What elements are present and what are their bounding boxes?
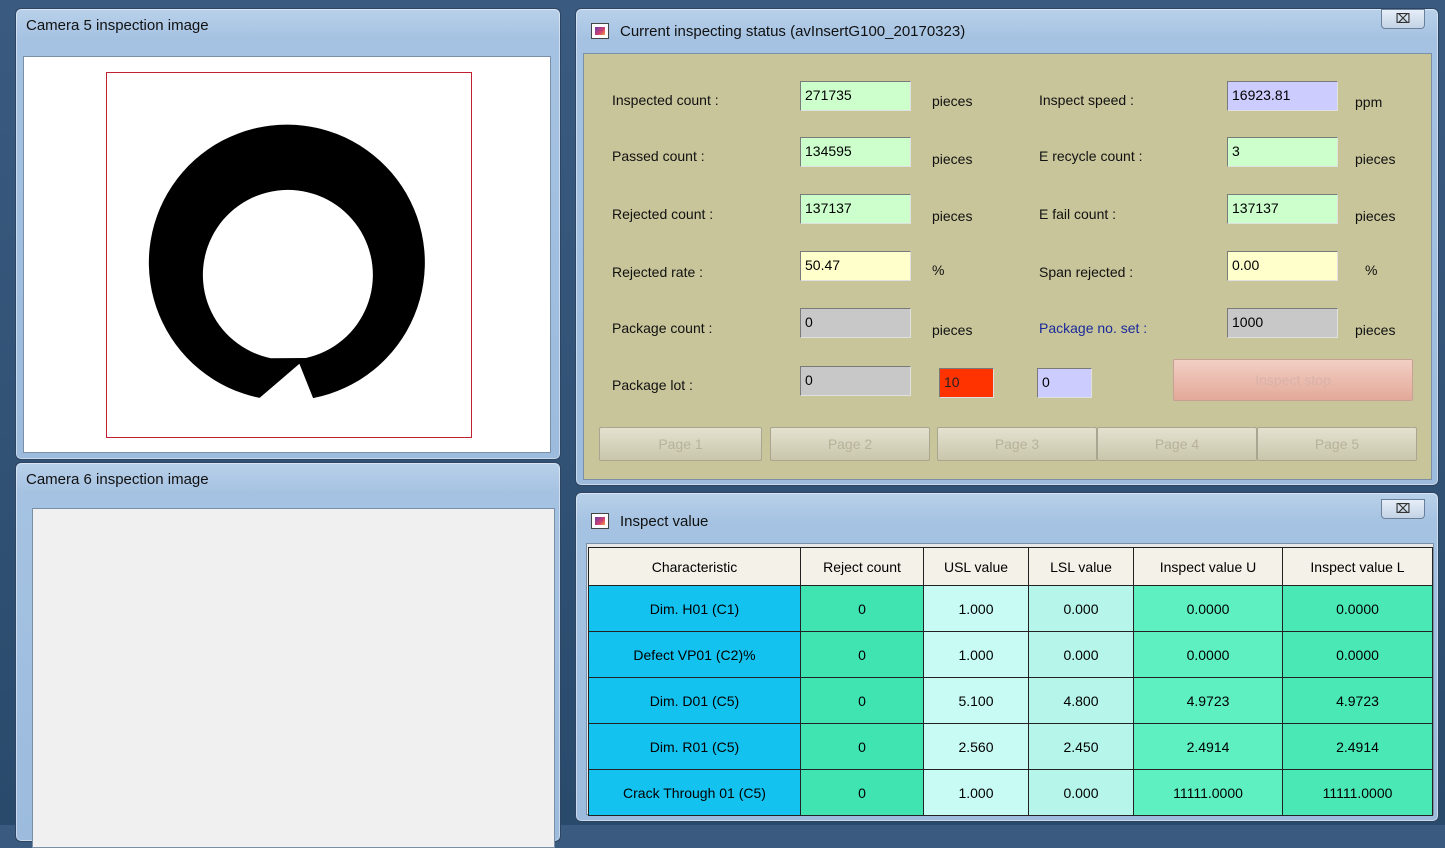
cell-characteristic: Dim. D01 (C5) — [588, 677, 801, 724]
camera5-title: Camera 5 inspection image — [26, 17, 209, 34]
rejected-rate-field: 50.47 — [800, 251, 911, 281]
table-row[interactable]: Crack Through 01 (C5) 0 1.000 0.000 1111… — [588, 769, 1433, 816]
e-fail-count-field: 137137 — [1227, 194, 1338, 224]
col-header-characteristic[interactable]: Characteristic — [588, 547, 801, 586]
inspect-value-title: Inspect value — [620, 513, 709, 530]
inspect-stop-button[interactable]: Inspect stop — [1173, 359, 1413, 401]
package-lot-alarm-field: 10 — [939, 368, 994, 398]
package-no-set-field[interactable]: 1000 — [1227, 308, 1338, 338]
passed-count-unit: pieces — [932, 151, 973, 167]
status-window-title: Current inspecting status (avInsertG100_… — [620, 23, 966, 40]
inspect-speed-label: Inspect speed : — [1039, 92, 1134, 108]
page-2-button[interactable]: Page 2 — [770, 427, 930, 461]
inspected-count-unit: pieces — [932, 93, 973, 109]
inspect-value-table: Characteristic Reject count USL value LS… — [588, 547, 1433, 816]
rejected-count-unit: pieces — [932, 208, 973, 224]
cell-inspect-l: 4.9723 — [1282, 677, 1433, 724]
package-lot-label: Package lot : — [612, 377, 693, 393]
col-header-inspect-u[interactable]: Inspect value U — [1133, 547, 1283, 586]
inspected-count-field: 271735 — [800, 81, 911, 111]
rejected-rate-unit: % — [932, 262, 945, 278]
col-header-inspect-l[interactable]: Inspect value L — [1282, 547, 1433, 586]
cell-reject-count: 0 — [800, 585, 924, 632]
rejected-rate-label: Rejected rate : — [612, 264, 704, 280]
app-icon — [591, 23, 609, 39]
table-row[interactable]: Dim. D01 (C5) 0 5.100 4.800 4.9723 4.972… — [588, 677, 1433, 724]
cell-lsl: 0.000 — [1028, 585, 1134, 632]
span-rejected-label: Span rejected : — [1039, 264, 1134, 280]
e-fail-count-label: E fail count : — [1039, 206, 1117, 222]
close-icon[interactable]: ⌧ — [1381, 499, 1425, 519]
package-count-label: Package count : — [612, 320, 713, 336]
inspect-speed-unit: ppm — [1355, 94, 1383, 110]
inspect-speed-field: 16923.81 — [1227, 81, 1338, 111]
page-4-button[interactable]: Page 4 — [1097, 427, 1257, 461]
app-icon — [591, 513, 609, 529]
inspect-value-window: Inspect value ⌧ Characteristic Reject co… — [575, 492, 1439, 822]
package-count-unit: pieces — [932, 322, 973, 338]
cell-reject-count: 0 — [800, 723, 924, 770]
span-rejected-field: 0.00 — [1227, 251, 1338, 281]
table-row[interactable]: Defect VP01 (C2)% 0 1.000 0.000 0.0000 0… — [588, 631, 1433, 678]
cell-characteristic: Crack Through 01 (C5) — [588, 769, 801, 816]
cell-reject-count: 0 — [800, 769, 924, 816]
page-3-button[interactable]: Page 3 — [937, 427, 1097, 461]
e-recycle-count-field: 3 — [1227, 137, 1338, 167]
cell-lsl: 0.000 — [1028, 631, 1134, 678]
status-window: Current inspecting status (avInsertG100_… — [575, 8, 1439, 486]
cell-reject-count: 0 — [800, 677, 924, 724]
cell-inspect-l: 2.4914 — [1282, 723, 1433, 770]
e-recycle-count-unit: pieces — [1355, 151, 1396, 167]
col-header-usl[interactable]: USL value — [923, 547, 1029, 586]
package-lot-field: 0 — [800, 366, 911, 396]
camera6-image-area — [32, 508, 555, 848]
e-recycle-count-label: E recycle count : — [1039, 148, 1143, 164]
cell-inspect-u: 2.4914 — [1133, 723, 1283, 770]
table-row[interactable]: Dim. H01 (C1) 0 1.000 0.000 0.0000 0.000… — [588, 585, 1433, 632]
cell-characteristic: Dim. H01 (C1) — [588, 585, 801, 632]
package-count-field: 0 — [800, 308, 911, 338]
cell-usl: 1.000 — [923, 631, 1029, 678]
e-fail-count-unit: pieces — [1355, 208, 1396, 224]
status-panel: Inspected count : 271735 pieces Inspect … — [583, 53, 1432, 480]
page-5-button[interactable]: Page 5 — [1257, 427, 1417, 461]
cell-usl: 2.560 — [923, 723, 1029, 770]
col-header-reject-count[interactable]: Reject count — [800, 547, 924, 586]
span-rejected-unit: % — [1365, 262, 1378, 278]
cell-inspect-u: 0.0000 — [1133, 585, 1283, 632]
package-no-set-label: Package no. set : — [1039, 320, 1148, 336]
cell-inspect-l: 0.0000 — [1282, 585, 1433, 632]
camera6-window: Camera 6 inspection image — [15, 462, 561, 848]
cell-reject-count: 0 — [800, 631, 924, 678]
rejected-count-field: 137137 — [800, 194, 911, 224]
cell-usl: 5.100 — [923, 677, 1029, 724]
page-1-button[interactable]: Page 1 — [599, 427, 762, 461]
passed-count-label: Passed count : — [612, 148, 705, 164]
table-row[interactable]: Dim. R01 (C5) 0 2.560 2.450 2.4914 2.491… — [588, 723, 1433, 770]
package-no-set-unit: pieces — [1355, 322, 1396, 338]
cell-characteristic: Dim. R01 (C5) — [588, 723, 801, 770]
cell-lsl: 2.450 — [1028, 723, 1134, 770]
cell-usl: 1.000 — [923, 769, 1029, 816]
cell-inspect-u: 0.0000 — [1133, 631, 1283, 678]
camera5-image-area — [23, 56, 551, 453]
table-header-row: Characteristic Reject count USL value LS… — [588, 547, 1433, 586]
rejected-count-label: Rejected count : — [612, 206, 714, 222]
passed-count-field: 134595 — [800, 137, 911, 167]
inspected-count-label: Inspected count : — [612, 92, 719, 108]
ring-part-image — [148, 124, 425, 399]
cell-inspect-u: 11111.0000 — [1133, 769, 1283, 816]
col-header-lsl[interactable]: LSL value — [1028, 547, 1134, 586]
package-lot-extra-field: 0 — [1037, 368, 1092, 398]
cell-inspect-l: 0.0000 — [1282, 631, 1433, 678]
camera6-title: Camera 6 inspection image — [26, 471, 209, 488]
camera5-window: Camera 5 inspection image — [15, 8, 561, 460]
cell-characteristic: Defect VP01 (C2)% — [588, 631, 801, 678]
cell-inspect-l: 11111.0000 — [1282, 769, 1433, 816]
cell-lsl: 4.800 — [1028, 677, 1134, 724]
close-icon[interactable]: ⌧ — [1381, 9, 1425, 29]
cell-lsl: 0.000 — [1028, 769, 1134, 816]
cell-usl: 1.000 — [923, 585, 1029, 632]
cell-inspect-u: 4.9723 — [1133, 677, 1283, 724]
